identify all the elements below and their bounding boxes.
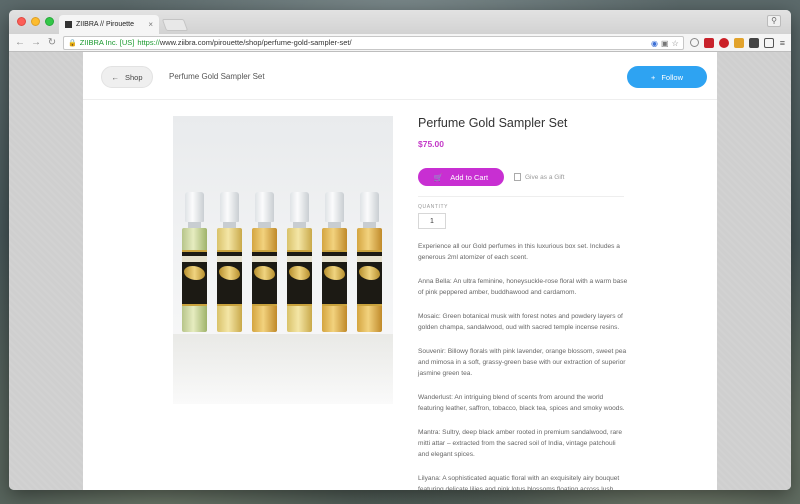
description-paragraph: Experience all our Gold perfumes in this… [418,243,620,261]
page-content: ← Shop Perfume Gold Sampler Set + Follow [83,52,717,490]
vial-anna-bella [319,192,350,332]
menu-icon[interactable]: ≡ [780,38,785,48]
description-paragraph: Souvenir: Billowy florals with pink lave… [418,348,627,377]
page-viewport: ← Shop Perfume Gold Sampler Set + Follow [9,52,791,490]
vial-lilyana [179,192,210,332]
maximize-window-button[interactable] [45,17,54,26]
extension-bar [689,37,774,48]
browser-window: ZIIBRA // Pirouette × ⚲ ← → ↻ 🔒 ZIIBRA I… [9,10,791,490]
close-window-button[interactable] [17,17,26,26]
add-to-cart-button[interactable]: 🛒 Add to Cart [418,168,504,186]
give-as-gift-link[interactable]: Give as a Gift [514,173,564,181]
description-paragraph: Mantra: Sultry, deep black amber rooted … [418,429,623,458]
vial-mantra [354,192,385,332]
reload-icon[interactable]: ↻ [47,37,57,48]
product-price: $75.00 [418,139,444,149]
extension-icon[interactable]: ▣ [661,39,669,48]
breadcrumb-title: Perfume Gold Sampler Set [169,72,265,81]
product-info: Perfume Gold Sampler Set $75.00 🛒 Add to… [418,116,628,490]
address-bar[interactable]: 🔒 ZIIBRA Inc. [US] https://www.ziibra.co… [63,35,684,50]
forward-icon[interactable]: → [31,37,41,48]
cast-icon[interactable] [763,37,774,48]
gift-icon [514,173,521,181]
vial-souvenir [284,192,315,332]
vial-mosaic [214,192,245,332]
tab-active[interactable]: ZIIBRA // Pirouette × [59,15,159,34]
browser-toolbar: ← → ↻ 🔒 ZIIBRA Inc. [US] https://www.zii… [9,34,791,52]
ziibra-favicon-icon [65,21,72,28]
add-to-cart-label: Add to Cart [450,172,489,182]
photo-extension-icon[interactable] [733,37,744,48]
pinterest-icon[interactable] [718,37,729,48]
ev-certificate-name: ZIIBRA Inc. [US] [79,38,135,47]
vial-reflection [173,334,393,404]
lastpass-icon[interactable] [703,37,714,48]
translate-icon[interactable]: ◉ [651,39,658,48]
product-image[interactable] [173,116,393,404]
shop-back-label: Shop [124,72,143,82]
cart-icon: 🛒 [433,172,444,182]
url-scheme: https:// [137,38,160,47]
bookmark-star-icon[interactable]: ☆ [672,39,679,48]
new-tab-button[interactable] [161,19,189,31]
tab-strip: ZIIBRA // Pirouette × ⚲ [9,10,791,34]
follow-button[interactable]: + Follow [627,66,707,88]
description-paragraph: Mosaic: Green botanical musk with forest… [418,313,623,331]
vial-wanderlust [249,192,280,332]
purchase-actions: 🛒 Add to Cart Give as a Gift [418,168,624,197]
quantity-label: QUANTITY [418,204,449,210]
search-icon[interactable] [689,37,699,47]
page-header: ← Shop Perfume Gold Sampler Set + Follow [83,52,717,100]
shop-back-button[interactable]: ← Shop [101,66,153,88]
lock-icon: 🔒 [68,39,77,47]
tab-title: ZIIBRA // Pirouette [76,21,134,28]
tab-close-icon[interactable]: × [148,20,153,29]
description-paragraph: Lilyana: A sophisticated aquatic floral … [418,475,620,490]
url-path: www.ziibra.com/pirouette/shop/perfume-go… [159,38,352,47]
description-paragraph: Wanderlust: An intriguing blend of scent… [418,394,625,412]
give-as-gift-label: Give as a Gift [525,173,565,181]
arrow-left-icon: ← [111,72,119,82]
quantity-input[interactable]: 1 [418,213,446,229]
window-controls [17,17,54,26]
back-icon[interactable]: ← [15,37,25,48]
plus-icon: + [650,72,656,82]
product-description: Experience all our Gold perfumes in this… [418,241,628,490]
product-title: Perfume Gold Sampler Set [418,116,568,130]
description-paragraph: Anna Bella: An ultra feminine, honeysuck… [418,278,628,296]
follow-label: Follow [661,72,684,82]
minimize-window-button[interactable] [31,17,40,26]
profile-icon[interactable]: ⚲ [767,15,781,27]
grid-extension-icon[interactable] [748,37,759,48]
perfume-vials [179,192,385,332]
